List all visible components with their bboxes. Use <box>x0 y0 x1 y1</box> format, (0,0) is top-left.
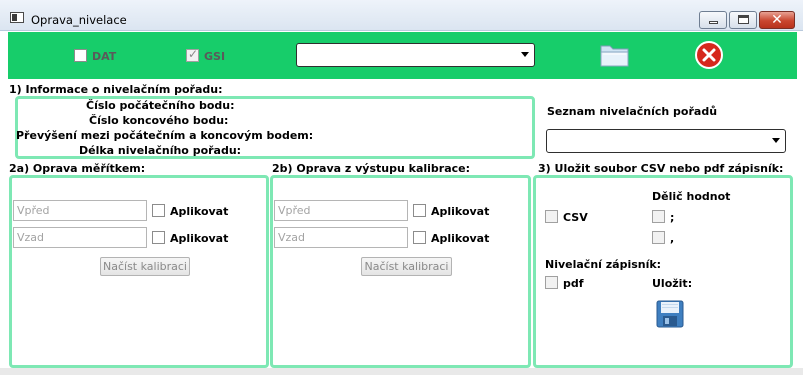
save-frame <box>533 175 793 368</box>
save-label: Uložit: <box>652 277 693 290</box>
calibration-section-title: 2b) Oprava z výstupu kalibrace: <box>272 162 471 175</box>
app-window-icon <box>10 12 24 23</box>
floppy-disk-icon[interactable] <box>656 300 684 328</box>
scale-section-title: 2a) Oprava měřítkem: <box>9 162 146 175</box>
info-section-title: 1) Informace o nivelačním pořadu: <box>9 83 223 96</box>
csv-checkbox[interactable] <box>545 210 558 223</box>
comma-label: , <box>670 232 675 245</box>
close-window-button[interactable]: ✕ <box>759 11 795 29</box>
dat-checkbox[interactable] <box>74 49 87 62</box>
minimize-button[interactable] <box>699 11 727 29</box>
scale-apply-backward-checkbox[interactable] <box>152 231 165 244</box>
scale-backward-input[interactable]: Vzad <box>13 227 147 248</box>
calib-apply-forward-label: Aplikovat <box>431 205 490 218</box>
semicolon-checkbox[interactable] <box>652 210 665 223</box>
calib-load-calibration-button[interactable]: Načíst kalibraci <box>361 257 452 276</box>
maximize-button[interactable] <box>729 11 757 29</box>
start-point-label: Číslo počátečního bodu: <box>86 99 235 112</box>
height-difference-label: Převýšení mezi počátečním a koncovým bod… <box>16 129 314 142</box>
scale-apply-forward-label: Aplikovat <box>170 205 229 218</box>
scale-apply-forward-checkbox[interactable] <box>152 204 165 217</box>
calib-apply-backward-checkbox[interactable] <box>413 231 426 244</box>
exit-icon[interactable] <box>694 40 724 70</box>
folder-open-icon[interactable] <box>600 43 630 67</box>
calib-backward-input[interactable]: Vzad <box>274 227 408 248</box>
minimize-icon <box>709 21 718 24</box>
csv-label: CSV <box>563 211 588 224</box>
scale-apply-backward-label: Aplikovat <box>170 232 229 245</box>
gsi-checkbox[interactable] <box>186 47 199 62</box>
route-list-label: Seznam nivelačních pořadů <box>547 105 718 118</box>
calib-forward-input[interactable]: Vpřed <box>274 200 408 221</box>
pdf-label: pdf <box>563 277 584 290</box>
semicolon-label: ; <box>670 211 675 224</box>
calib-apply-forward-checkbox[interactable] <box>413 204 426 217</box>
close-icon: ✕ <box>771 12 783 28</box>
title-bar: Oprava_nivelace ✕ <box>0 0 803 31</box>
dat-label: DAT <box>92 50 117 63</box>
route-list-select[interactable] <box>546 129 786 153</box>
gsi-label: GSI <box>204 50 226 63</box>
route-length-label: Délka nivelačního pořadu: <box>79 144 242 157</box>
maximize-icon <box>738 15 749 24</box>
chevron-down-icon <box>521 52 529 57</box>
chevron-down-icon <box>772 138 780 143</box>
delimiter-label: Dělič hodnot <box>652 190 731 203</box>
scale-forward-input[interactable]: Vpřed <box>13 200 147 221</box>
scale-load-calibration-button[interactable]: Načíst kalibraci <box>100 257 190 276</box>
window-title: Oprava_nivelace <box>31 13 127 27</box>
comma-checkbox[interactable] <box>652 231 665 244</box>
end-point-label: Číslo koncového bodu: <box>89 114 229 127</box>
notebook-label: Nivelační zápisník: <box>545 258 662 271</box>
bottom-border <box>0 368 803 375</box>
calib-apply-backward-label: Aplikovat <box>431 232 490 245</box>
file-select[interactable] <box>296 43 535 67</box>
save-section-title: 3) Uložit soubor CSV nebo pdf zápisník: <box>538 162 784 175</box>
pdf-checkbox[interactable] <box>545 276 558 289</box>
